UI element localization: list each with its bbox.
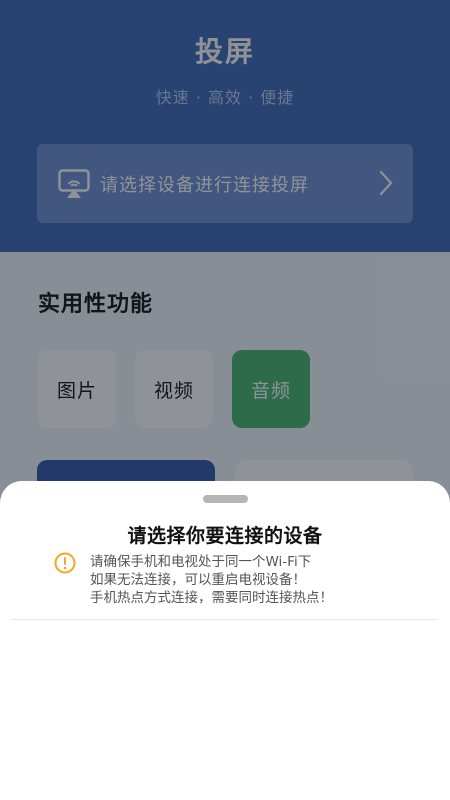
tip-line: 如果无法连接，可以重启电视设备！ bbox=[90, 572, 306, 588]
drag-handle[interactable] bbox=[203, 495, 248, 503]
divider bbox=[12, 619, 438, 620]
tip-line: 请确保手机和电视处于同一个Wi-Fi下 bbox=[90, 554, 312, 570]
device-select-sheet: 请选择你要连接的设备 请确保手机和电视处于同一个Wi-Fi下 如果无法连接，可以… bbox=[0, 481, 450, 800]
sheet-title: 请选择你要连接的设备 bbox=[127, 525, 323, 547]
tip-line: 手机热点方式连接，需要同时连接热点！ bbox=[90, 590, 333, 606]
warning-icon bbox=[54, 552, 76, 574]
connection-tips: 请确保手机和电视处于同一个Wi-Fi下 如果无法连接，可以重启电视设备！ 手机热… bbox=[90, 553, 333, 607]
